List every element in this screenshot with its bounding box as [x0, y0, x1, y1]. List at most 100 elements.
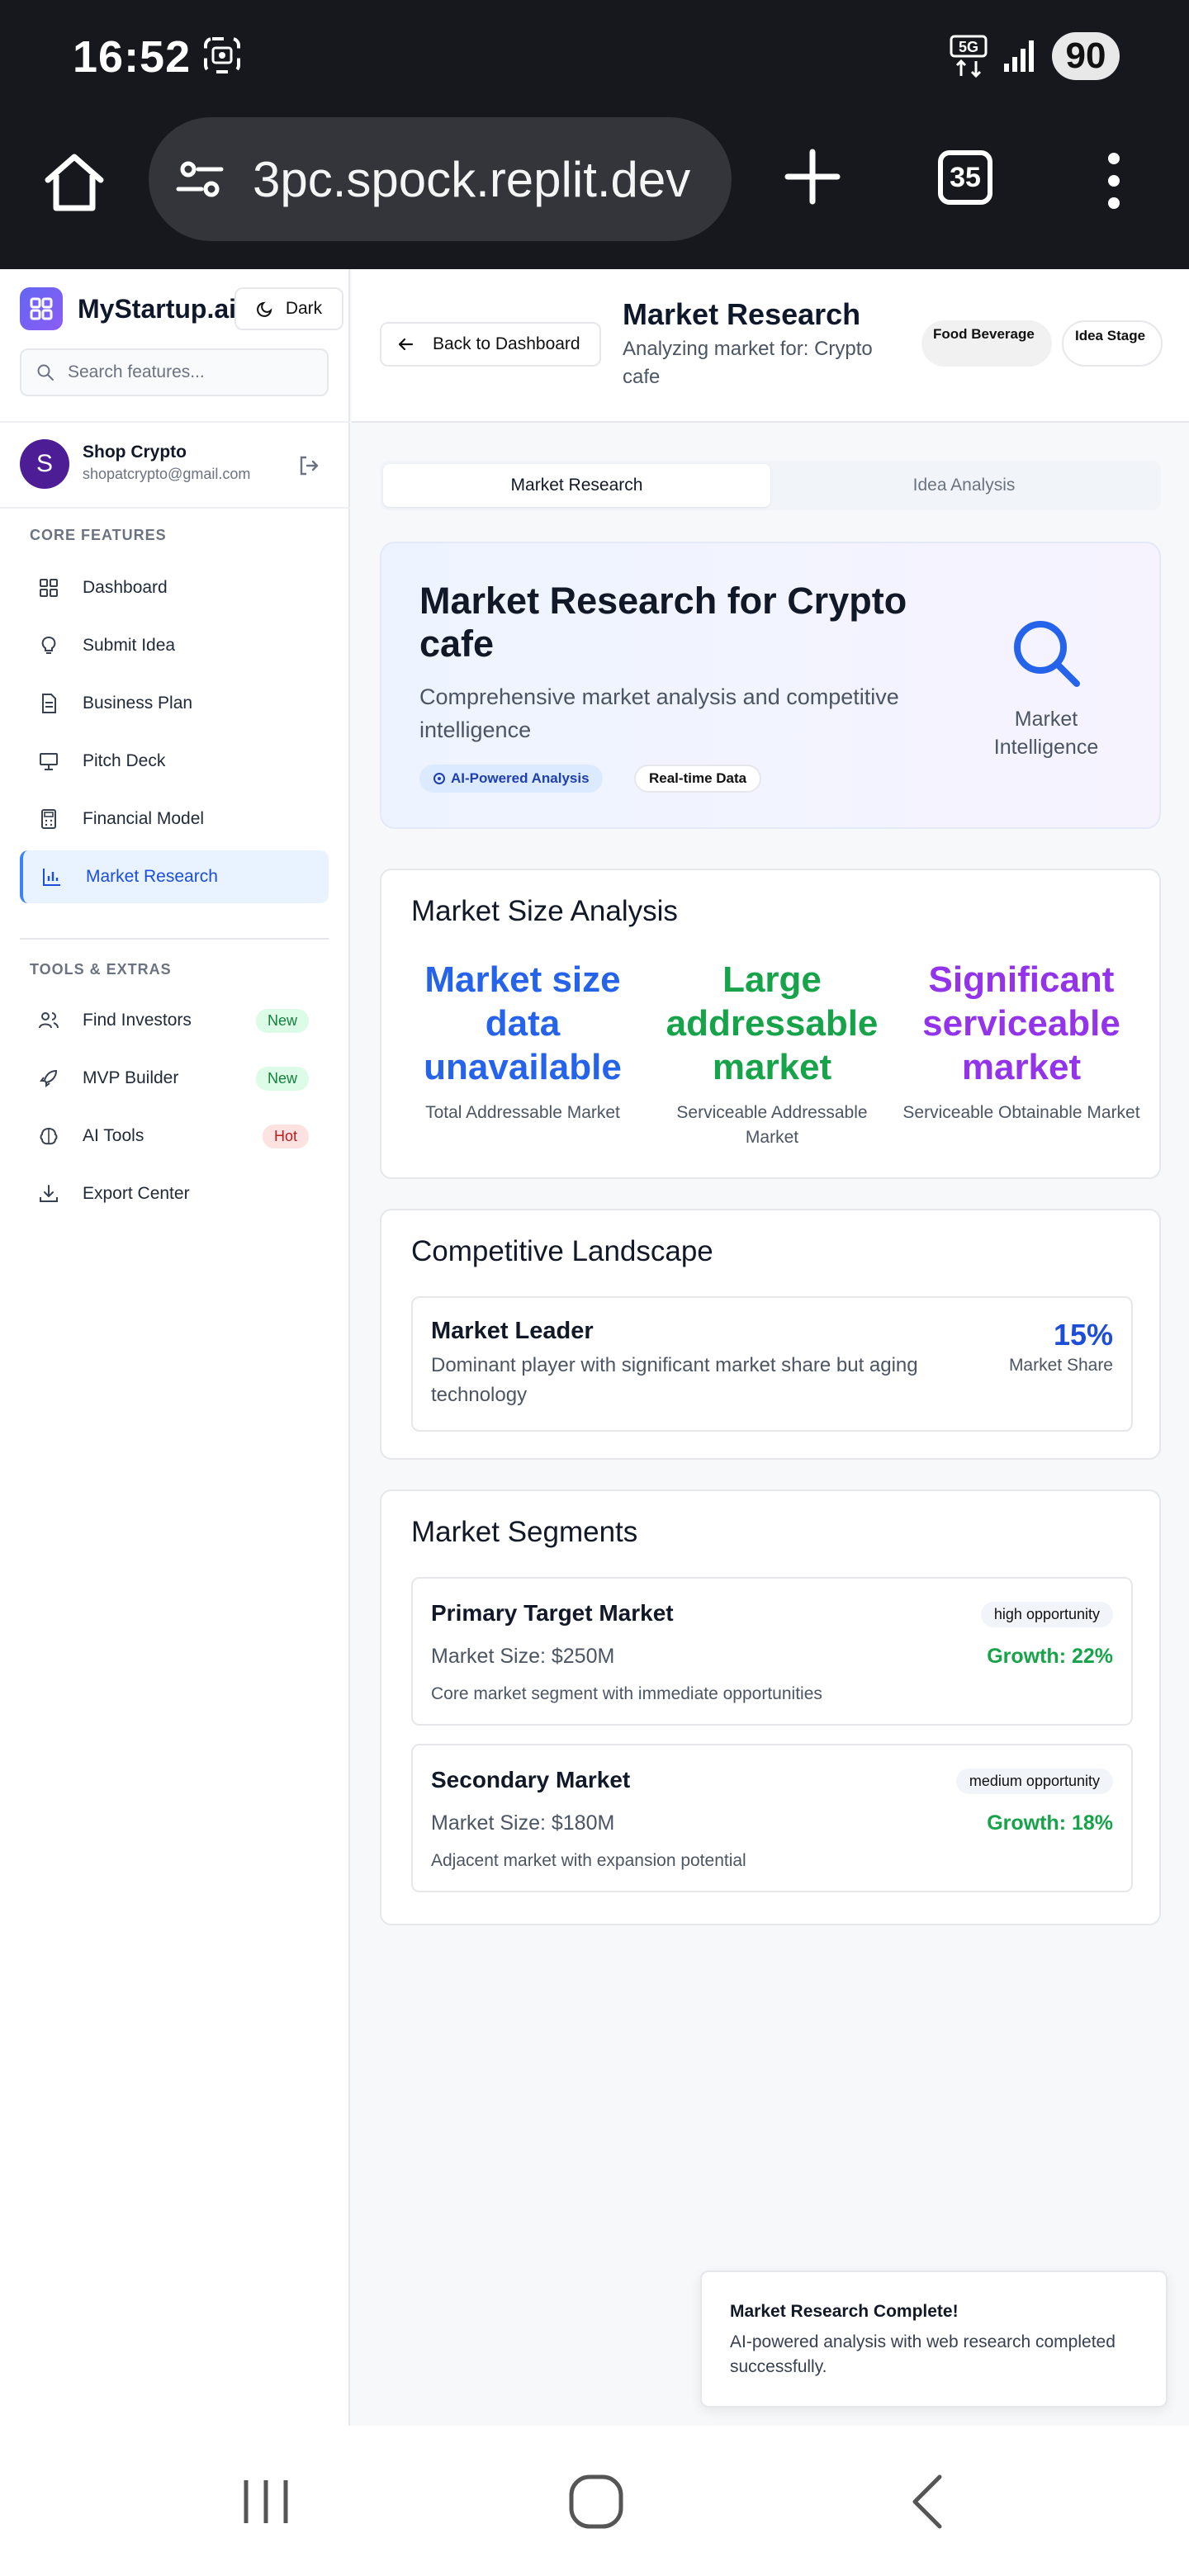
opportunity-badge: high opportunity: [980, 1602, 1113, 1627]
research-hero-card: Market Research for Crypto cafe Comprehe…: [380, 542, 1161, 829]
segment-growth: Growth: 18%: [987, 1811, 1113, 1835]
som-label: Serviceable Obtainable Market: [902, 1103, 1140, 1122]
moon-icon: [256, 301, 272, 317]
sidebar-item-label: Export Center: [83, 1184, 190, 1203]
realtime-data-badge: Real-time Data: [634, 765, 762, 793]
app-root: MyStartup.ai Dark Search features... S S…: [0, 269, 1189, 2426]
home-nav-icon[interactable]: [563, 2472, 629, 2531]
url-text[interactable]: 3pc.spock.replit.dev: [253, 151, 690, 208]
sam-stat: Large addressable market Serviceable Add…: [652, 958, 892, 1150]
page-header: Back to Dashboard Market Research Analyz…: [352, 269, 1189, 423]
segment-size: Market Size: $250M: [431, 1645, 615, 1668]
back-button-label: Back to Dashboard: [433, 334, 580, 353]
calculator-icon: [41, 809, 56, 829]
page-title: Market Research: [623, 297, 861, 331]
presentation-icon: [40, 753, 58, 770]
sidebar-item-label: MVP Builder: [83, 1068, 179, 1087]
back-nav-icon[interactable]: [897, 2472, 963, 2531]
user-profile: S Shop Crypto shopatcrypto@gmail.com: [0, 421, 350, 509]
tab-switcher-button[interactable]: 35: [938, 150, 992, 205]
brain-icon: [40, 1127, 58, 1145]
card-title: Competitive Landscape: [411, 1235, 713, 1267]
segment-item: Secondary Market medium opportunity Mark…: [411, 1744, 1133, 1892]
tools-extras-label: TOOLS & EXTRAS: [30, 961, 172, 978]
brand[interactable]: MyStartup.ai: [20, 287, 236, 330]
card-title: Market Size Analysis: [411, 895, 678, 927]
toast-title: Market Research Complete!: [730, 2302, 959, 2321]
sidebar-item-dashboard[interactable]: Dashboard: [20, 561, 329, 614]
theme-toggle-label: Dark: [285, 299, 323, 318]
new-badge: New: [255, 1008, 309, 1033]
competitive-landscape-card: Competitive Landscape Market Leader Domi…: [380, 1209, 1161, 1460]
target-icon: [433, 773, 445, 784]
sidebar-item-market-research[interactable]: Market Research: [20, 850, 329, 903]
sidebar-item-mvp-builder[interactable]: MVP Builder New: [20, 1052, 329, 1105]
back-to-dashboard-button[interactable]: Back to Dashboard: [380, 322, 601, 367]
tam-value: Market size data unavailable: [424, 959, 622, 1087]
browser-toolbar: 3pc.spock.replit.dev 35: [0, 116, 1189, 269]
sidebar-item-submit-idea[interactable]: Submit Idea: [20, 619, 329, 672]
ai-badge-label: AI-Powered Analysis: [451, 770, 590, 786]
tab-idea-analysis[interactable]: Idea Analysis: [770, 464, 1158, 507]
page-subtitle: Analyzing market for: Crypto cafe: [623, 338, 873, 388]
theme-toggle-button[interactable]: Dark: [234, 287, 343, 330]
search-icon: [37, 364, 54, 381]
segment-growth: Growth: 22%: [987, 1645, 1113, 1668]
competitor-name: Market Leader: [431, 1318, 594, 1344]
document-icon: [42, 694, 56, 713]
search-placeholder: Search features...: [68, 362, 205, 381]
ai-powered-badge: AI-Powered Analysis: [419, 765, 603, 793]
sidebar-item-ai-tools[interactable]: AI Tools Hot: [20, 1110, 329, 1163]
segment-name: Secondary Market: [431, 1767, 631, 1792]
sidebar-item-business-plan[interactable]: Business Plan: [20, 677, 329, 730]
sidebar-item-find-investors[interactable]: Find Investors New: [20, 994, 329, 1047]
hot-badge: Hot: [262, 1124, 309, 1148]
sidebar-item-label: AI Tools: [83, 1126, 144, 1145]
market-size-card: Market Size Analysis Market size data un…: [380, 869, 1161, 1179]
sidebar-item-pitch-deck[interactable]: Pitch Deck: [20, 735, 329, 788]
success-toast[interactable]: Market Research Complete! AI-powered ana…: [700, 2271, 1168, 2408]
arrow-left-icon: [398, 338, 414, 351]
network-5g-icon: 5G: [950, 35, 988, 78]
logout-icon[interactable]: [297, 454, 320, 477]
grid-icon: [40, 579, 58, 597]
system-nav-bar: [0, 2426, 1189, 2576]
sidebar-item-label: Submit Idea: [83, 636, 176, 655]
segment-size: Market Size: $180M: [431, 1811, 615, 1835]
phone-status-bar: 16:52 5G 90: [0, 0, 1189, 116]
status-indicators: 5G 90: [950, 31, 1120, 81]
signal-icon: [1004, 40, 1034, 72]
sidebar: MyStartup.ai Dark Search features... S S…: [0, 269, 350, 2426]
segment-item: Primary Target Market high opportunity M…: [411, 1577, 1133, 1726]
tab-market-research[interactable]: Market Research: [383, 464, 770, 507]
address-bar[interactable]: 3pc.spock.replit.dev: [149, 117, 732, 241]
segment-description: Adjacent market with expansion potential: [431, 1851, 746, 1870]
bar-chart-icon: [43, 869, 60, 886]
sidebar-item-export-center[interactable]: Export Center: [20, 1167, 329, 1220]
new-tab-icon[interactable]: [783, 147, 842, 206]
industry-tag: Food Beverage: [921, 320, 1052, 367]
battery-indicator: 90: [1052, 32, 1120, 80]
recent-apps-icon[interactable]: [233, 2472, 299, 2531]
sidebar-item-financial-model[interactable]: Financial Model: [20, 793, 329, 845]
competitor-share: 15%: [1053, 1318, 1113, 1352]
screenshot-icon: [204, 37, 240, 73]
toast-body: AI-powered analysis with web research co…: [730, 2332, 1116, 2376]
svg-text:5G: 5G: [959, 39, 978, 55]
competitor-item: Market Leader Dominant player with signi…: [411, 1296, 1133, 1432]
avatar[interactable]: S: [20, 439, 69, 489]
magnifier-icon: [1014, 621, 1080, 687]
home-icon[interactable]: [41, 149, 107, 215]
competitor-description: Dominant player with significant market …: [431, 1354, 918, 1406]
sam-value: Large addressable market: [666, 959, 879, 1087]
tam-stat: Market size data unavailable Total Addre…: [403, 958, 642, 1125]
hero-subtitle: Comprehensive market analysis and compet…: [419, 684, 899, 742]
market-segments-card: Market Segments Primary Target Market hi…: [380, 1489, 1161, 1925]
sidebar-divider: [20, 938, 329, 940]
hero-title: Market Research for Crypto cafe: [419, 580, 907, 665]
user-name: Shop Crypto: [83, 443, 187, 462]
site-settings-icon[interactable]: [173, 153, 226, 206]
som-value: Significant serviceable market: [922, 959, 1120, 1087]
more-menu-icon[interactable]: [1101, 152, 1126, 210]
feature-search-input[interactable]: Search features...: [20, 348, 329, 396]
